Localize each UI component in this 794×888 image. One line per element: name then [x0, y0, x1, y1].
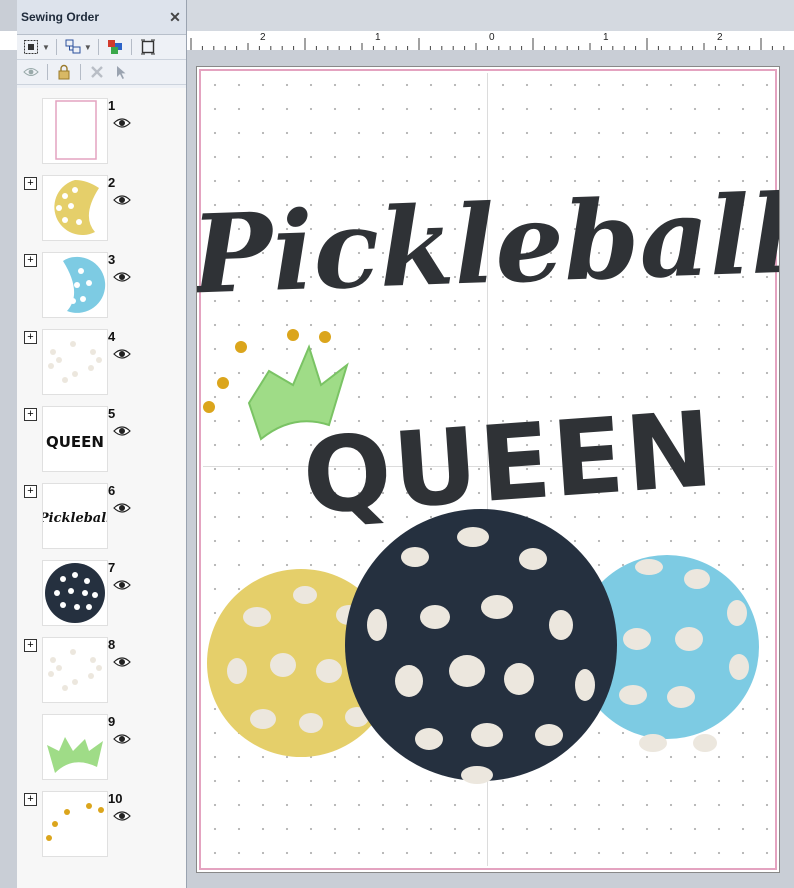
toolbar-divider	[130, 39, 132, 55]
sewing-order-item[interactable]: +10	[17, 787, 186, 859]
pointer-icon[interactable]	[111, 62, 131, 82]
ruler-corner	[0, 31, 17, 51]
toolbar-divider	[47, 64, 48, 80]
item-thumbnail[interactable]	[42, 98, 108, 164]
thumb-text: QUEEN	[46, 433, 104, 451]
panel-header: Sewing Order ✕	[17, 0, 186, 35]
sewing-order-item[interactable]: 1	[17, 94, 186, 166]
item-thumbnail[interactable]	[42, 252, 108, 318]
lock-icon[interactable]	[54, 62, 74, 82]
eye-icon[interactable]	[113, 732, 131, 750]
item-number: 8	[108, 637, 116, 652]
item-number: 10	[108, 791, 123, 806]
item-number: 9	[108, 714, 116, 729]
sewing-order-item[interactable]: 7	[17, 556, 186, 628]
ruler-label: 2	[717, 32, 723, 43]
toolbar-divider	[55, 39, 57, 55]
left-edge	[0, 50, 17, 888]
eye-icon[interactable]	[113, 655, 131, 673]
item-thumbnail[interactable]	[42, 714, 108, 780]
embroidery-hoop: Pickleball QUEEN	[196, 66, 780, 873]
expand-toggle[interactable]: +	[24, 408, 37, 421]
horizontal-ruler: 2 1 0 1 2	[187, 31, 794, 51]
sewing-order-item[interactable]: 9	[17, 710, 186, 782]
expand-toggle[interactable]: +	[24, 331, 37, 344]
close-icon[interactable]: ✕	[168, 10, 182, 24]
sewing-order-panel: Sewing Order ✕ ▼ ▼ 1 + 2 + 3 + 4 + QUEEN…	[17, 0, 187, 888]
ruler-label: 0	[489, 32, 495, 43]
color-sort-icon[interactable]	[105, 37, 125, 57]
item-thumbnail[interactable]	[42, 637, 108, 703]
panel-toolbar-bottom	[17, 60, 186, 85]
eye-icon[interactable]	[113, 578, 131, 596]
toolbar-divider	[80, 64, 81, 80]
group-icon[interactable]	[63, 37, 83, 57]
eye-icon[interactable]	[113, 270, 131, 288]
item-thumbnail[interactable]	[42, 791, 108, 857]
select-frame-icon[interactable]	[21, 37, 41, 57]
pickleball-script-text: Pickleball	[197, 172, 779, 319]
item-thumbnail[interactable]	[42, 329, 108, 395]
sewing-order-item[interactable]: + QUEEN 5	[17, 402, 186, 474]
delete-icon[interactable]	[87, 62, 107, 82]
item-thumbnail[interactable]: Pickleball	[38, 483, 111, 549]
sewing-order-item[interactable]: +2	[17, 171, 186, 243]
chevron-down-icon[interactable]: ▼	[42, 43, 50, 52]
item-thumbnail[interactable]	[42, 560, 108, 626]
sewing-order-list: 1+2+3+4+QUEEN5+Pickleball67+89+10	[17, 88, 186, 888]
item-number: 6	[108, 483, 116, 498]
item-number: 1	[108, 98, 116, 113]
design-artwork: Pickleball QUEEN	[197, 172, 779, 784]
item-number: 5	[108, 406, 116, 421]
expand-toggle[interactable]: +	[24, 639, 37, 652]
ruler-label: 2	[260, 32, 266, 43]
panel-title: Sewing Order	[21, 10, 100, 24]
fit-frame-icon[interactable]	[138, 37, 158, 57]
thumb-text: Pickleball	[43, 511, 107, 526]
design-canvas: Pickleball QUEEN	[187, 50, 794, 888]
visibility-icon[interactable]	[21, 62, 41, 82]
item-number: 4	[108, 329, 116, 344]
chevron-down-icon[interactable]: ▼	[84, 43, 92, 52]
ruler-label: 1	[375, 32, 381, 43]
sewing-order-item[interactable]: +8	[17, 633, 186, 705]
item-number: 7	[108, 560, 116, 575]
document-tab-bar	[187, 0, 794, 32]
eye-icon[interactable]	[113, 347, 131, 365]
expand-toggle[interactable]: +	[24, 485, 37, 498]
item-thumbnail[interactable]	[42, 175, 108, 241]
eye-icon[interactable]	[113, 193, 131, 211]
expand-toggle[interactable]: +	[24, 177, 37, 190]
item-thumbnail[interactable]: QUEEN	[42, 406, 108, 472]
eye-icon[interactable]	[113, 116, 131, 134]
toolbar-divider	[97, 39, 99, 55]
item-number: 3	[108, 252, 116, 267]
expand-toggle[interactable]: +	[24, 254, 37, 267]
sewing-order-item[interactable]: + Pickleball6	[17, 479, 186, 551]
panel-toolbar-top: ▼ ▼	[17, 35, 186, 60]
navy-ball	[345, 509, 617, 784]
item-number: 2	[108, 175, 116, 190]
sewing-order-item[interactable]: +4	[17, 325, 186, 397]
expand-toggle[interactable]: +	[24, 793, 37, 806]
eye-icon[interactable]	[113, 809, 131, 827]
eye-icon[interactable]	[113, 501, 131, 519]
crown-icon	[203, 329, 349, 441]
sewing-order-item[interactable]: +3	[17, 248, 186, 320]
eye-icon[interactable]	[113, 424, 131, 442]
ruler-label: 1	[603, 32, 609, 43]
